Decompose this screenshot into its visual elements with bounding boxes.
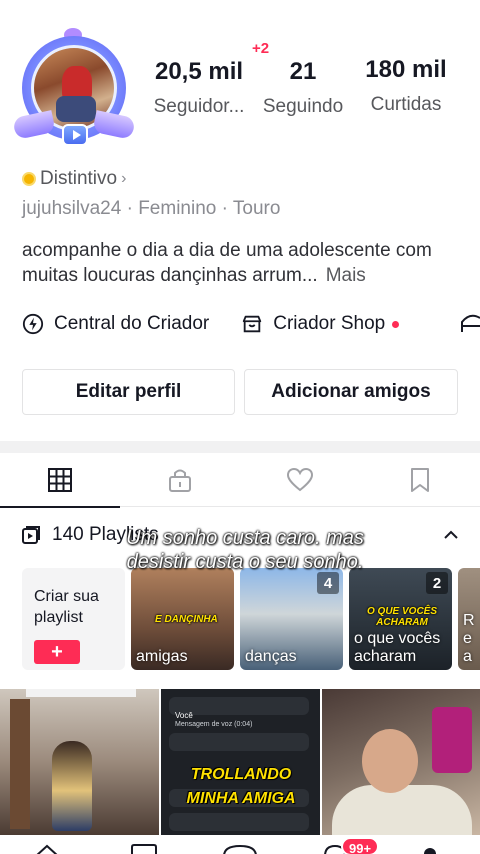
tab-videos[interactable] <box>0 453 120 508</box>
playlist-name: danças <box>245 648 297 665</box>
chevron-up-icon[interactable] <box>440 524 462 546</box>
followers-stat[interactable]: 20,5 mil Seguidor... <box>146 58 252 118</box>
video-overlay-caption: Um sonho custa caro. mas desistir custa … <box>126 527 364 573</box>
bio-more-link[interactable]: Mais <box>326 265 366 286</box>
new-followers-badge: +2 <box>252 40 270 57</box>
following-label: Seguindo <box>262 96 344 117</box>
add-friends-button[interactable]: Adicionar amigos <box>244 369 458 415</box>
profile-meta: jujuhsilva24 · Feminino · Touro <box>22 198 281 219</box>
tab-private[interactable] <box>120 453 240 507</box>
grid-icon <box>48 468 72 492</box>
content-tabs <box>0 453 480 508</box>
create-playlist-card[interactable]: Criar sua playlist + <box>22 568 125 670</box>
tab-liked[interactable] <box>240 453 360 507</box>
profile-bio: acompanhe o dia a dia de uma adolescente… <box>22 238 462 288</box>
creator-tools-row: Central do Criador Criador Shop <box>22 310 431 338</box>
followers-label: Seguidor... <box>153 96 245 117</box>
video-thumbnail[interactable] <box>322 689 480 835</box>
playlist-sticker: O QUE VOCÊS ACHARAM <box>367 606 438 628</box>
creator-shop-label: Criador Shop <box>273 313 386 334</box>
creator-center-link[interactable]: Central do Criador <box>22 313 209 335</box>
avatar-wing-right <box>92 110 136 140</box>
video-thumbnail[interactable]: Você Mensagem de voz (0:04) TROLLANDO MI… <box>161 689 320 835</box>
chat-message: Mensagem de voz (0:04) <box>175 721 253 728</box>
lightning-icon <box>22 313 44 335</box>
playlist-video-count: 2 <box>426 572 448 594</box>
playlist-video-count: 4 <box>317 572 339 594</box>
playlist-card[interactable]: E DANÇINHA amigas <box>131 568 234 670</box>
edit-profile-button[interactable]: Editar perfil <box>22 369 235 415</box>
playlist-card[interactable]: Re a <box>458 568 480 670</box>
profile-icon[interactable] <box>420 844 440 854</box>
lock-icon <box>169 469 191 492</box>
likes-stat[interactable]: 180 mil Curtidas <box>356 56 456 116</box>
playlist-card[interactable]: 2 O QUE VOCÊS ACHARAM o que vocês achara… <box>349 568 452 670</box>
creator-shop-link[interactable]: Criador Shop <box>241 313 400 335</box>
likes-count: 180 mil <box>365 56 447 83</box>
friends-icon[interactable] <box>130 844 158 854</box>
profile-avatar[interactable] <box>12 26 136 150</box>
video-caption: TROLLANDO MINHA AMIGA <box>186 766 296 807</box>
playlist-icon <box>22 526 40 544</box>
bottom-nav <box>0 836 480 854</box>
chevron-right-icon: › <box>121 170 127 187</box>
badge-coin-icon <box>22 172 36 186</box>
tab-saved[interactable] <box>360 453 480 507</box>
likes-label: Curtidas <box>370 94 442 115</box>
create-playlist-label: Criar sua playlist <box>34 588 99 626</box>
playlist-sticker: E DANÇINHA <box>155 614 218 625</box>
zodiac-sign: Touro <box>232 198 281 219</box>
notification-dot <box>392 320 400 328</box>
badge-label: Distintivo <box>40 168 118 189</box>
video-thumbnail[interactable] <box>0 689 159 835</box>
username: jujuhsilva24 <box>22 198 122 219</box>
create-playlist-button[interactable]: + <box>34 640 80 664</box>
avatar-wing-left <box>12 110 56 140</box>
following-stat[interactable]: 21 Seguindo <box>258 58 348 118</box>
heart-icon <box>286 467 314 492</box>
chat-sender: Você <box>175 711 193 720</box>
section-divider <box>0 441 480 453</box>
following-count: 21 <box>289 58 317 85</box>
playlist-name: Re a <box>463 612 475 665</box>
live-play-icon <box>62 124 88 146</box>
home-icon[interactable] <box>34 844 60 854</box>
playlist-name: amigas <box>136 648 188 665</box>
shop-icon <box>243 315 262 333</box>
followers-count: 20,5 mil <box>154 58 244 85</box>
playlist-name: o que vocês acharam <box>354 630 441 665</box>
bio-text: acompanhe o dia a dia de uma adolescente… <box>22 240 432 286</box>
gender: Feminino <box>138 198 217 219</box>
more-tools-icon[interactable] <box>460 312 480 334</box>
creator-center-label: Central do Criador <box>54 313 210 334</box>
playlist-card[interactable]: 4 danças <box>240 568 343 670</box>
bookmark-icon <box>411 468 429 492</box>
profile-badge-link[interactable]: Distintivo › <box>22 168 126 190</box>
create-icon[interactable] <box>220 844 260 854</box>
inbox-count-badge: 99+ <box>341 837 380 854</box>
